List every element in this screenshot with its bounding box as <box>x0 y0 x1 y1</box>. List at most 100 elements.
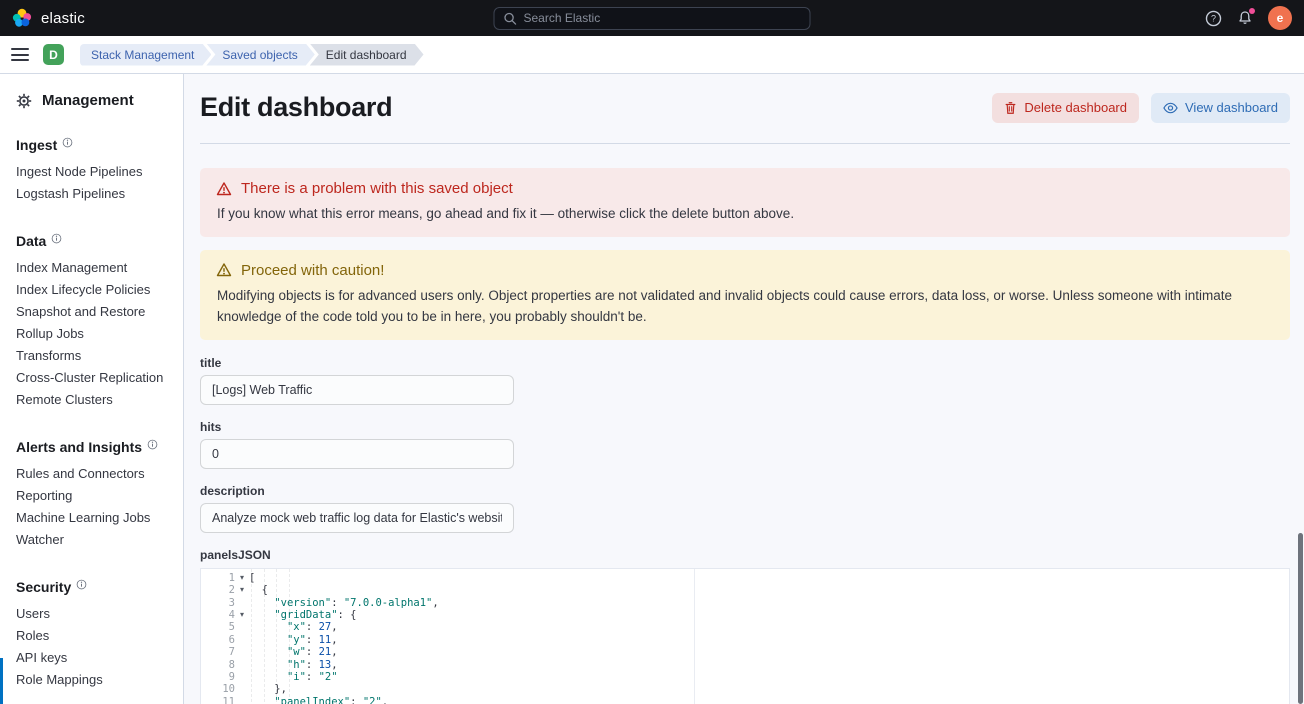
code-line-5: 5 "x": 27, <box>201 621 1289 633</box>
code-line-11: 11 "panelIndex": "2", <box>201 696 1289 704</box>
trash-icon <box>1004 101 1017 115</box>
warning-icon <box>216 262 232 278</box>
editor-label: panelsJSON <box>200 548 1290 562</box>
sidebar-item-watcher[interactable]: Watcher <box>16 529 167 551</box>
code-text: "x": 27, <box>249 621 338 633</box>
warning-callout: Proceed with caution! Modifying objects … <box>200 250 1290 340</box>
code-line-6: 6 "y": 11, <box>201 634 1289 646</box>
sidebar-item-rollup-jobs[interactable]: Rollup Jobs <box>16 323 167 345</box>
line-number: 11 <box>201 696 235 704</box>
sidebar: Management IngestIngest Node PipelinesLo… <box>0 74 184 704</box>
main-content: Edit dashboard Delete dashboard View das… <box>184 74 1304 704</box>
field-input-description[interactable] <box>200 503 514 533</box>
header-divider <box>200 143 1290 144</box>
menu-icon[interactable] <box>11 48 29 61</box>
info-icon <box>76 579 87 590</box>
field-label-hits: hits <box>200 420 1290 434</box>
delete-dashboard-button[interactable]: Delete dashboard <box>992 93 1139 123</box>
sidebar-item-roles[interactable]: Roles <box>16 625 167 647</box>
nav-section-label: Alerts and Insights <box>16 439 142 455</box>
global-search[interactable] <box>494 7 811 30</box>
sidebar-item-ingest-node-pipelines[interactable]: Ingest Node Pipelines <box>16 161 167 183</box>
nav-section-label: Security <box>16 579 71 595</box>
line-number: 4 <box>201 609 235 621</box>
sidebar-item-rules-and-connectors[interactable]: Rules and Connectors <box>16 463 167 485</box>
notification-dot <box>1249 8 1255 14</box>
line-number: 5 <box>201 621 235 633</box>
code-text: }, <box>249 683 287 695</box>
sidebar-item-snapshot-and-restore[interactable]: Snapshot and Restore <box>16 301 167 323</box>
fold-arrow-icon[interactable]: ▾ <box>235 572 249 584</box>
breadcrumb-saved-objects[interactable]: Saved objects <box>206 44 314 66</box>
sidebar-item-remote-clusters[interactable]: Remote Clusters <box>16 389 167 411</box>
notifications-icon[interactable] <box>1237 10 1253 26</box>
code-text: "i": "2" <box>249 671 338 683</box>
field-input-title[interactable] <box>200 375 514 405</box>
sidebar-title: Management <box>42 92 134 109</box>
warning-callout-title-row: Proceed with caution! <box>216 262 1274 279</box>
line-number: 1 <box>201 572 235 584</box>
fold-arrow-icon[interactable]: ▾ <box>235 584 249 596</box>
field-title: title <box>200 356 1290 405</box>
line-number: 6 <box>201 634 235 646</box>
code-line-2: 2▾ { <box>201 584 1289 596</box>
sidebar-item-reporting[interactable]: Reporting <box>16 485 167 507</box>
logo-text: elastic <box>41 10 85 27</box>
help-icon[interactable]: ? <box>1205 10 1222 27</box>
field-input-hits[interactable] <box>200 439 514 469</box>
code-text: [ <box>249 572 255 584</box>
warning-callout-title: Proceed with caution! <box>241 262 384 279</box>
sidebar-item-index-lifecycle-policies[interactable]: Index Lifecycle Policies <box>16 279 167 301</box>
view-dashboard-button[interactable]: View dashboard <box>1151 93 1290 123</box>
nav-section-alerts-and-insights: Alerts and Insights <box>16 439 167 455</box>
alert-icon <box>216 181 232 197</box>
header-actions: ? e <box>1205 6 1292 30</box>
space-avatar[interactable]: D <box>43 44 64 65</box>
sidebar-item-index-management[interactable]: Index Management <box>16 257 167 279</box>
menu-icon-bar <box>11 54 29 56</box>
elastic-home-link[interactable]: elastic <box>12 8 85 28</box>
field-description: description <box>200 484 1290 533</box>
field-label-description: description <box>200 484 1290 498</box>
nav-section-security: Security <box>16 579 167 595</box>
sidebar-item-role-mappings[interactable]: Role Mappings <box>16 669 167 691</box>
menu-icon-bar <box>11 59 29 61</box>
info-icon <box>62 137 73 148</box>
sidebar-item-api-keys[interactable]: API keys <box>16 647 167 669</box>
user-avatar[interactable]: e <box>1268 6 1292 30</box>
sidebar-item-transforms[interactable]: Transforms <box>16 345 167 367</box>
fold-arrow-icon[interactable]: ▾ <box>235 609 249 621</box>
code-line-9: 9 "i": "2" <box>201 671 1289 683</box>
error-callout-title-row: There is a problem with this saved objec… <box>216 180 1274 197</box>
search-input[interactable] <box>524 11 801 25</box>
code-text: "y": 11, <box>249 634 338 646</box>
info-icon <box>147 439 158 450</box>
view-dashboard-label: View dashboard <box>1185 100 1278 115</box>
sidebar-item-users[interactable]: Users <box>16 603 167 625</box>
line-number: 10 <box>201 683 235 695</box>
json-editor[interactable]: 1▾[2▾ {3 "version": "7.0.0-alpha1",4▾ "g… <box>200 568 1290 704</box>
error-callout-title: There is a problem with this saved objec… <box>241 180 513 197</box>
sidebar-item-logstash-pipelines[interactable]: Logstash Pipelines <box>16 183 167 205</box>
sidebar-scrollbar-thumb[interactable] <box>0 658 3 704</box>
error-callout-body: If you know what this error means, go ah… <box>216 204 1274 225</box>
field-label-title: title <box>200 356 1290 370</box>
breadcrumbs: Stack ManagementSaved objectsEdit dashbo… <box>80 44 424 66</box>
gear-icon <box>16 93 32 109</box>
sidebar-item-machine-learning-jobs[interactable]: Machine Learning Jobs <box>16 507 167 529</box>
info-icon <box>51 233 62 244</box>
code-text: "gridData": { <box>249 609 356 621</box>
top-header: elastic ? e <box>0 0 1304 36</box>
page-scrollbar-thumb[interactable] <box>1298 533 1303 704</box>
line-number: 2 <box>201 584 235 596</box>
sidebar-item-cross-cluster-replication[interactable]: Cross-Cluster Replication <box>16 367 167 389</box>
line-number: 3 <box>201 597 235 609</box>
code-line-3: 3 "version": "7.0.0-alpha1", <box>201 597 1289 609</box>
page-header: Edit dashboard Delete dashboard View das… <box>200 92 1290 123</box>
code-text: "panelIndex": "2", <box>249 696 388 704</box>
breadcrumb-stack-management[interactable]: Stack Management <box>80 44 211 66</box>
nav-section-data: Data <box>16 233 167 249</box>
warning-callout-body: Modifying objects is for advanced users … <box>216 286 1274 328</box>
field-hits: hits <box>200 420 1290 469</box>
elastic-logo-icon <box>12 8 32 28</box>
